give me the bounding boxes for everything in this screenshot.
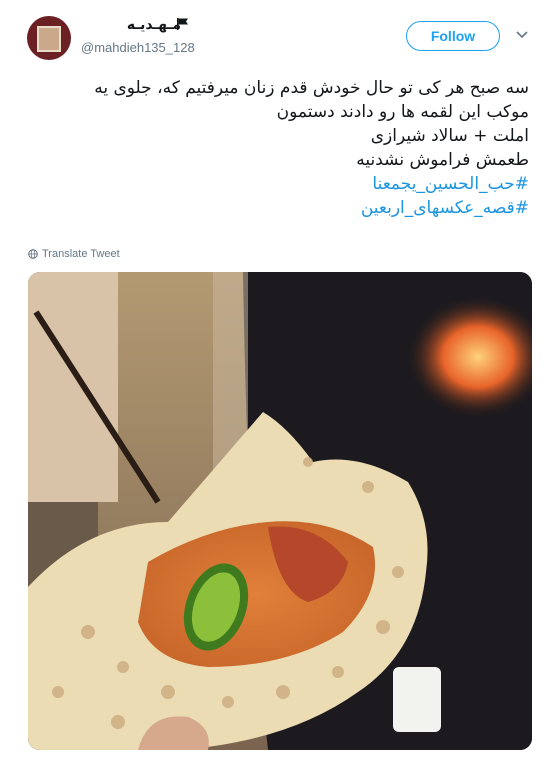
- tweet-photo[interactable]: [28, 272, 532, 750]
- chevron-down-icon[interactable]: [516, 30, 528, 40]
- tweet-line: سه صبح هر کی تو حال خودش قدم زنان میرفتی…: [94, 78, 529, 98]
- tweet-text: سه صبح هر کی تو حال خودش قدم زنان میرفتی…: [28, 76, 529, 220]
- tweet-line: طعمش فراموش نشدنیه: [356, 150, 529, 170]
- hashtag-link[interactable]: #قصه_عکسهای_اربعین: [28, 196, 529, 220]
- translate-label: Translate Tweet: [42, 248, 120, 260]
- follow-button[interactable]: Follow: [406, 21, 500, 51]
- translate-tweet-link[interactable]: Translate Tweet: [28, 248, 120, 260]
- food-photo-illustration: [28, 272, 532, 750]
- flag-icon: [177, 18, 188, 30]
- tweet-line: موکب این لقمه ها رو دادند دستمون: [276, 102, 529, 122]
- avatar-image: [37, 26, 61, 52]
- user-handle[interactable]: @mahdieh135_128: [81, 40, 195, 55]
- tweet-line: املت + سالاد شیرازی: [370, 126, 529, 146]
- avatar[interactable]: [27, 16, 71, 60]
- hashtag-link[interactable]: #حب_الحسین_یجمعنا: [28, 172, 529, 196]
- globe-icon: [28, 249, 38, 259]
- display-name[interactable]: مـهـديـه: [81, 16, 181, 36]
